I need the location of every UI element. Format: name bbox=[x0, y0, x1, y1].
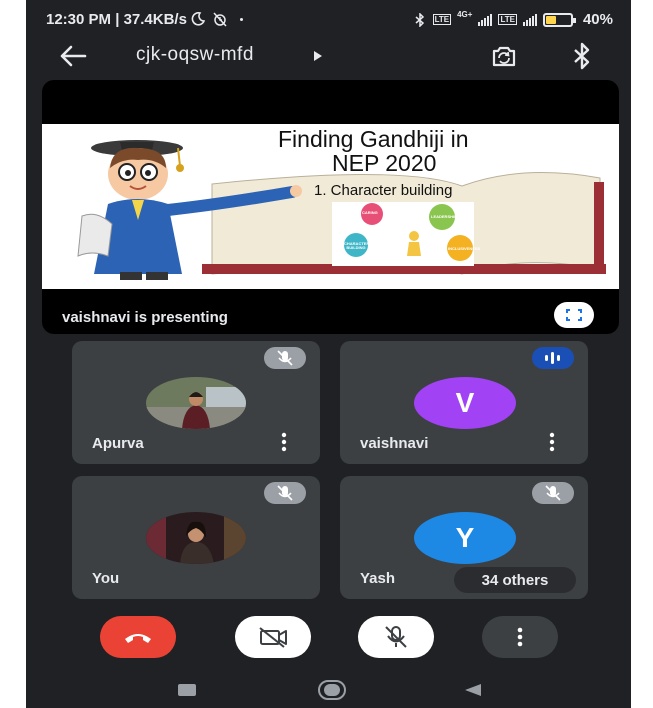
avatar-apurva bbox=[146, 377, 246, 429]
participant-name: Yash bbox=[360, 570, 396, 587]
more-options-icon bbox=[517, 627, 523, 647]
status-left: 12:30 PM | 37.4KB/s bbox=[46, 11, 244, 28]
meet-screen: 12:30 PM | 37.4KB/s LTE 4G+ LTE 40% cjk-… bbox=[26, 0, 631, 708]
bubble-caring: CARING bbox=[362, 210, 378, 215]
camera-off-icon bbox=[259, 627, 287, 648]
mic-toggle-button[interactable] bbox=[358, 616, 434, 658]
status-right: LTE 4G+ LTE 40% bbox=[413, 11, 613, 28]
participant-tile-you[interactable]: You bbox=[72, 476, 320, 599]
end-call-icon bbox=[125, 634, 151, 643]
alarm-off-icon bbox=[213, 12, 227, 27]
avatar-vaishnavi: V bbox=[414, 377, 516, 429]
volte-icon-2: LTE bbox=[498, 14, 517, 25]
avatar-yash: Y bbox=[414, 512, 516, 564]
more-options-button[interactable] bbox=[482, 616, 558, 658]
participant-tile-vaishnavi[interactable]: V vaishnavi bbox=[340, 341, 588, 464]
camera-toggle-button[interactable] bbox=[235, 616, 311, 658]
bubble-leadership: LEADERSHIP bbox=[431, 214, 457, 219]
shared-slide: Finding Gandhiji in NEP 2020 1. Characte… bbox=[42, 124, 619, 289]
bubble-character: CHARACTER BUILDING bbox=[344, 241, 370, 250]
participant-name: vaishnavi bbox=[360, 435, 429, 452]
participant-name: You bbox=[92, 570, 120, 587]
switch-camera-icon[interactable] bbox=[488, 42, 520, 70]
bubble-inclusiveness: INCLUSIVENESS bbox=[448, 246, 481, 251]
mic-off-icon bbox=[385, 626, 407, 648]
avatar-photo-apurva bbox=[146, 377, 246, 429]
presentation-tile[interactable]: Finding Gandhiji in NEP 2020 1. Characte… bbox=[42, 80, 619, 334]
mic-muted-badge bbox=[264, 482, 306, 504]
recents-icon[interactable] bbox=[178, 684, 196, 696]
home-icon[interactable] bbox=[318, 680, 346, 700]
avatar-photo-you bbox=[146, 512, 246, 564]
status-bar: 12:30 PM | 37.4KB/s LTE 4G+ LTE 40% bbox=[26, 0, 631, 40]
status-time-speed: 12:30 PM | 37.4KB/s bbox=[46, 11, 187, 28]
participant-tile-apurva[interactable]: Apurva bbox=[72, 341, 320, 464]
dot-icon bbox=[240, 18, 244, 21]
slide-bullet: 1. Character building bbox=[314, 182, 453, 199]
network-type: 4G+ bbox=[457, 10, 473, 19]
battery-percent: 40% bbox=[582, 11, 613, 28]
mic-off-icon bbox=[545, 485, 561, 501]
slide-title-line-2: NEP 2020 bbox=[332, 150, 437, 176]
mic-off-icon bbox=[277, 350, 293, 366]
mic-muted-badge bbox=[264, 347, 306, 369]
presenting-label: vaishnavi is presenting bbox=[62, 309, 228, 326]
others-count-chip[interactable]: 34 others bbox=[454, 567, 576, 593]
mic-muted-badge bbox=[532, 482, 574, 504]
bluetooth-audio-icon[interactable] bbox=[571, 41, 593, 71]
speaking-badge bbox=[532, 347, 574, 369]
participant-name: Apurva bbox=[92, 435, 144, 452]
fullscreen-button[interactable] bbox=[554, 302, 594, 328]
back-arrow-icon[interactable] bbox=[58, 42, 88, 70]
end-call-button[interactable] bbox=[100, 616, 176, 658]
fullscreen-icon bbox=[566, 309, 582, 321]
meeting-code[interactable]: cjk-oqsw-mfd bbox=[136, 44, 254, 66]
more-vert-icon[interactable] bbox=[278, 432, 290, 452]
signal-icon bbox=[478, 13, 493, 26]
volte-icon: LTE bbox=[432, 14, 452, 25]
system-nav-bar bbox=[26, 670, 631, 708]
mic-off-icon bbox=[277, 485, 293, 501]
battery-fill bbox=[545, 15, 557, 24]
signal-icon-2 bbox=[522, 13, 537, 26]
battery-icon bbox=[542, 12, 576, 27]
moon-icon bbox=[191, 12, 206, 26]
audio-level-icon bbox=[545, 352, 560, 364]
expand-arrow-icon[interactable] bbox=[313, 50, 323, 62]
home-inner bbox=[324, 684, 340, 696]
avatar-you bbox=[146, 512, 246, 564]
back-triangle-icon[interactable] bbox=[464, 683, 482, 697]
more-vert-icon[interactable] bbox=[546, 432, 558, 452]
participant-tile-yash[interactable]: Y Yash 34 others bbox=[340, 476, 588, 599]
bluetooth-status-icon bbox=[415, 12, 424, 27]
slide-title-line-1: Finding Gandhiji in bbox=[278, 126, 469, 152]
